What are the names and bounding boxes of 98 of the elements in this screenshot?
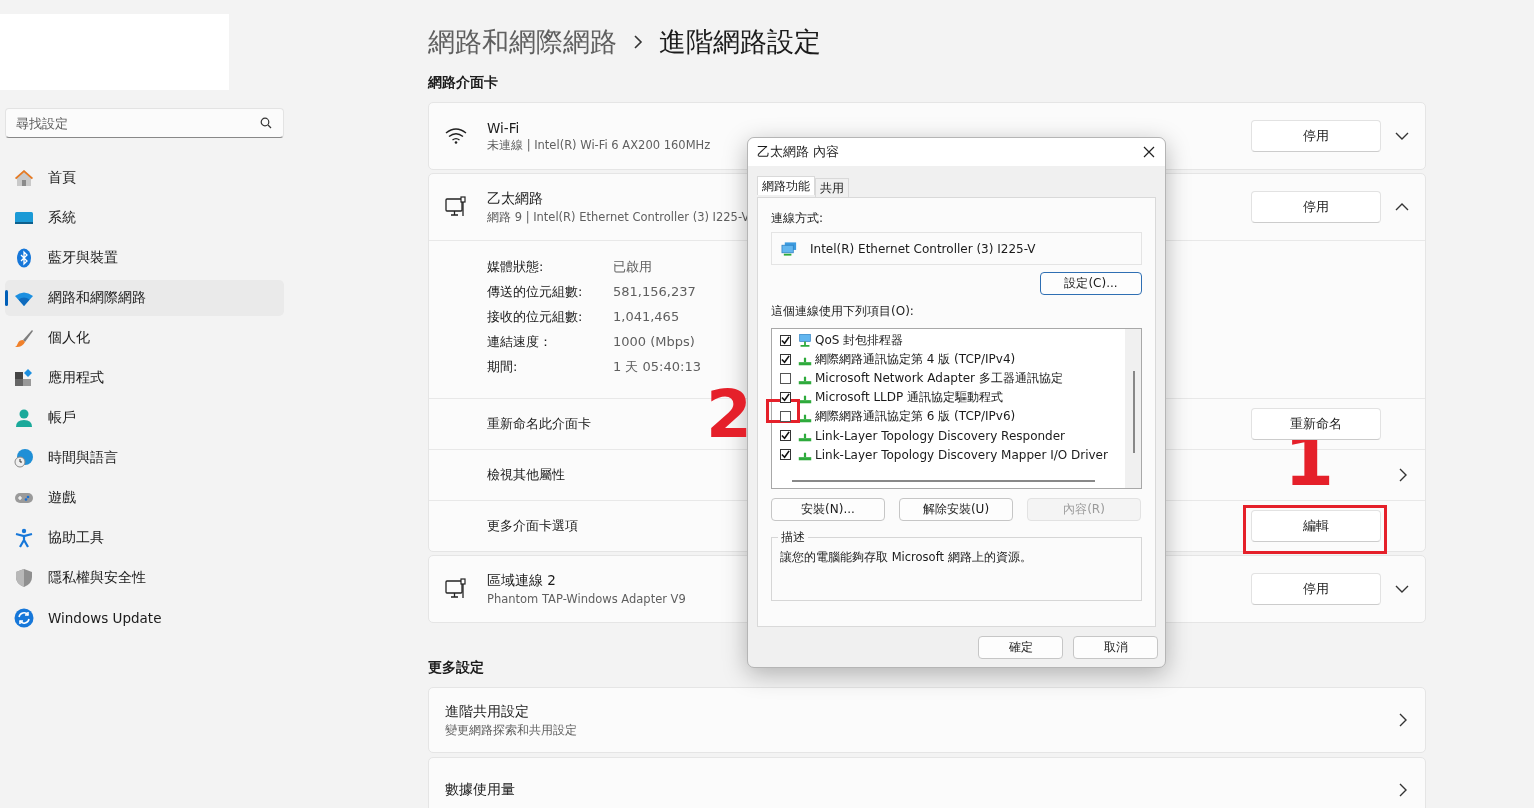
component-item[interactable]: QoS 封包排程器 xyxy=(780,331,1125,350)
sync-icon xyxy=(14,608,34,628)
setting-label: 檢視其他屬性 xyxy=(487,466,565,484)
dialog-button[interactable]: 解除安裝(U) xyxy=(899,498,1013,521)
property-label: 連結速度： xyxy=(487,333,552,351)
settings-card[interactable]: 進階共用設定 變更網路探索和共用設定 xyxy=(428,687,1426,753)
adapter-name: 乙太網路 xyxy=(487,189,543,208)
computer-icon xyxy=(445,196,467,218)
nav-item[interactable]: 隱私權與安全性 xyxy=(5,560,284,596)
nav-item[interactable]: 系統 xyxy=(5,200,284,236)
setting-label: 重新命名此介面卡 xyxy=(487,415,591,433)
property-value: 1,041,465 xyxy=(613,308,680,326)
property-label: 傳送的位元組數: xyxy=(487,283,583,301)
checkbox[interactable] xyxy=(780,392,791,403)
setting-label: 更多介面卡選項 xyxy=(487,517,578,535)
description-text: 讓您的電腦能夠存取 Microsoft 網路上的資源。 xyxy=(780,550,1033,565)
property-value: 1000 (Mbps) xyxy=(613,333,695,351)
disable-button[interactable]: 停用 xyxy=(1251,120,1381,152)
dialog-tab[interactable]: 共用 xyxy=(815,178,849,197)
close-icon[interactable] xyxy=(1143,146,1155,158)
field-label: 連線方式: xyxy=(771,210,825,227)
accessibility-icon xyxy=(14,528,34,548)
nav-item[interactable]: 協助工具 xyxy=(5,520,284,556)
highlight-frame xyxy=(766,399,800,423)
nav-item[interactable]: 時間與語言 xyxy=(5,440,284,476)
shield-icon xyxy=(14,568,34,588)
setting-title: 進階共用設定 xyxy=(445,702,529,721)
property-label: 接收的位元組數: xyxy=(487,308,583,326)
nav-item[interactable]: 藍牙與裝置 xyxy=(5,240,284,276)
chevron-right-icon xyxy=(1399,713,1407,727)
property-label: 期間: xyxy=(487,358,518,376)
section-heading: 更多設定 xyxy=(428,659,485,677)
bluetooth-icon xyxy=(14,248,34,268)
network-adapter-icon xyxy=(781,241,798,256)
section-heading: 網路介面卡 xyxy=(428,74,499,92)
component-item[interactable]: 網際網路通訊協定第 6 版 (TCP/IPv6) xyxy=(780,407,1125,426)
globe-clock-icon xyxy=(14,448,34,468)
checkbox[interactable] xyxy=(780,430,791,441)
adapter-name: Wi-Fi xyxy=(487,119,520,136)
checkbox[interactable] xyxy=(780,373,791,384)
dialog-button[interactable]: 安裝(N)... xyxy=(771,498,885,521)
search-field[interactable]: 尋找設定 xyxy=(5,108,284,138)
search-icon xyxy=(260,117,272,129)
nav-item[interactable]: 應用程式 xyxy=(5,360,284,396)
adapter-name: 區域連線 2 xyxy=(487,572,556,590)
disable-button[interactable]: 停用 xyxy=(1251,191,1381,223)
person-icon xyxy=(14,408,34,428)
dialog-button[interactable]: 取消 xyxy=(1073,636,1158,659)
checkbox[interactable] xyxy=(780,411,791,422)
property-label: 媒體狀態: xyxy=(487,258,544,276)
chevron-right-icon xyxy=(633,35,643,49)
brush-icon xyxy=(14,328,34,348)
component-item[interactable]: 網際網路通訊協定第 4 版 (TCP/IPv4) xyxy=(780,350,1125,369)
step-number: 2 xyxy=(706,382,752,448)
property-value: 581,156,237 xyxy=(613,283,696,301)
dialog-button[interactable]: 確定 xyxy=(978,636,1063,659)
chevron-right-icon xyxy=(1399,783,1407,797)
adapter-detail: Phantom TAP-Windows Adapter V9 xyxy=(487,592,686,606)
configure-button[interactable]: 設定(C)... xyxy=(1040,272,1142,295)
disable-button[interactable]: 停用 xyxy=(1251,573,1381,605)
dialog-title: 乙太網路 內容 xyxy=(757,143,839,161)
list-label: 這個連線使用下列項目(O): xyxy=(771,303,915,320)
breadcrumb-link[interactable]: 網路和網際網路 xyxy=(428,24,617,60)
adapter-detail: 未連線 | Intel(R) Wi-Fi 6 AX200 160MHz xyxy=(487,137,711,153)
component-item[interactable]: Microsoft Network Adapter 多工器通訊協定 xyxy=(780,369,1125,388)
checkbox[interactable] xyxy=(780,449,791,460)
wifi-icon xyxy=(445,125,467,147)
adapter-name: Intel(R) Ethernet Controller (3) I225-V xyxy=(810,241,1036,256)
checkbox[interactable] xyxy=(780,354,791,365)
chevron-down-icon[interactable] xyxy=(1395,585,1409,593)
nav-item[interactable]: 個人化 xyxy=(5,320,284,356)
property-value: 已啟用 xyxy=(613,258,652,276)
chevron-right-icon[interactable] xyxy=(1399,468,1407,482)
network-adapter-icon xyxy=(797,334,813,347)
page-title: 進階網路設定 xyxy=(659,25,821,59)
nav-item[interactable]: 遊戲 xyxy=(5,480,284,516)
computer-icon xyxy=(445,578,467,600)
nav-item[interactable]: 首頁 xyxy=(5,160,284,196)
home-icon xyxy=(14,168,34,188)
setting-title: 數據使用量 xyxy=(445,781,515,799)
chevron-up-icon[interactable] xyxy=(1395,203,1409,211)
settings-card[interactable]: 數據使用量 xyxy=(428,757,1426,808)
component-item[interactable]: Link-Layer Topology Discovery Responder xyxy=(780,426,1125,445)
checkbox[interactable] xyxy=(780,335,791,346)
scrollbar[interactable] xyxy=(792,480,1095,482)
apps-icon xyxy=(14,368,34,388)
nav-item[interactable]: 帳戶 xyxy=(5,400,284,436)
scrollbar[interactable] xyxy=(1133,371,1135,453)
component-item[interactable]: Link-Layer Topology Discovery Mapper I/O Driver xyxy=(780,445,1125,464)
action-button[interactable]: 編輯 xyxy=(1251,510,1381,542)
nav-item[interactable]: 網路和網際網路 xyxy=(5,280,284,316)
property-value: 1 天 05:40:13 xyxy=(613,358,701,376)
setting-subtitle: 變更網路探索和共用設定 xyxy=(445,722,577,738)
group-label: 描述 xyxy=(780,529,806,546)
chevron-down-icon[interactable] xyxy=(1395,132,1409,140)
nav-item[interactable]: Windows Update xyxy=(5,600,284,636)
component-item[interactable]: Microsoft LLDP 通訊協定驅動程式 xyxy=(780,388,1125,407)
dialog-tab[interactable]: 網路功能 xyxy=(757,176,815,195)
